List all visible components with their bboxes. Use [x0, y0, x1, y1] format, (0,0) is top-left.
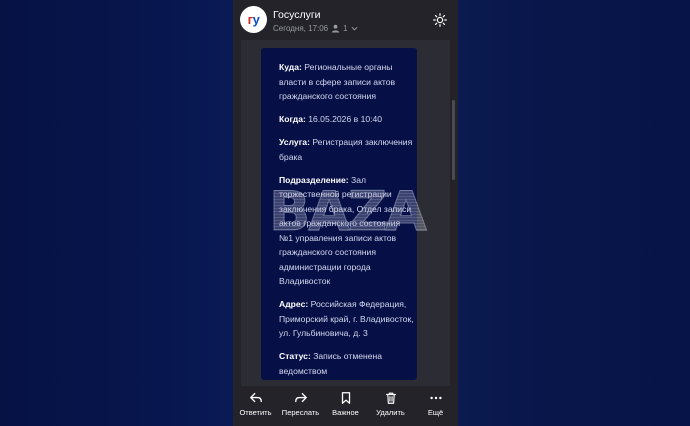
field-value: Зал торжественной регистрации заключения…: [279, 174, 412, 287]
avatar-letter-u: у: [252, 12, 260, 27]
message-header: гу Госуслуги Сегодня, 17:06 1: [233, 0, 458, 40]
bottom-toolbar: Ответить Переслать Важное Удалить Ещё: [233, 386, 458, 426]
user-icon: [332, 24, 340, 33]
field-address: Адрес: Российская Федерация, Приморский …: [279, 297, 415, 341]
field-label: Услуга:: [279, 137, 310, 147]
reply-button[interactable]: Ответить: [233, 386, 278, 426]
field-value: 16.05.2026 в 10:40: [305, 114, 383, 124]
field-when: Когда: 16.05.2026 в 10:40: [279, 112, 415, 127]
forward-icon: [294, 392, 307, 403]
forward-button[interactable]: Переслать: [278, 386, 323, 426]
message-datetime: Сегодня, 17:06: [273, 24, 329, 33]
sender-avatar[interactable]: гу: [240, 6, 267, 33]
trash-icon: [385, 392, 396, 404]
background-left: [0, 0, 233, 426]
field-department: Подразделение: Зал торжественной регистр…: [279, 173, 415, 289]
recipients-count: 1: [343, 24, 348, 33]
field-label: Когда:: [279, 114, 306, 124]
sender-name[interactable]: Госуслуги: [273, 9, 321, 21]
background-right: [458, 0, 690, 426]
more-button[interactable]: Ещё: [413, 386, 458, 426]
important-button[interactable]: Важное: [323, 386, 368, 426]
field-status: Статус: Запись отменена ведомством: [279, 349, 415, 378]
message-meta[interactable]: Сегодня, 17:06 1: [273, 24, 358, 33]
field-label: Адрес:: [279, 299, 309, 309]
important-label: Важное: [332, 408, 359, 417]
scrollbar[interactable]: [452, 100, 455, 180]
field-service: Услуга: Регистрация заключения брака: [279, 135, 415, 164]
chevron-down-icon: [351, 26, 358, 31]
field-label: Подразделение:: [279, 174, 349, 185]
field-label: Статус:: [279, 351, 311, 361]
delete-label: Удалить: [376, 408, 405, 417]
message-text: Куда: Региональные органы власти в сфере…: [279, 60, 415, 387]
bookmark-icon: [341, 392, 350, 404]
mail-app-screen: гу Госуслуги Сегодня, 17:06 1 Куда: Реги…: [233, 0, 458, 426]
reply-icon: [249, 392, 262, 403]
field-label: Куда:: [279, 62, 302, 72]
more-icon: [429, 396, 442, 400]
sun-icon[interactable]: [433, 13, 447, 27]
reply-label: Ответить: [239, 408, 272, 417]
field-where: Куда: Региональные органы власти в сфере…: [279, 60, 415, 104]
forward-label: Переслать: [281, 408, 320, 417]
delete-button[interactable]: Удалить: [368, 386, 413, 426]
more-label: Ещё: [427, 408, 444, 417]
